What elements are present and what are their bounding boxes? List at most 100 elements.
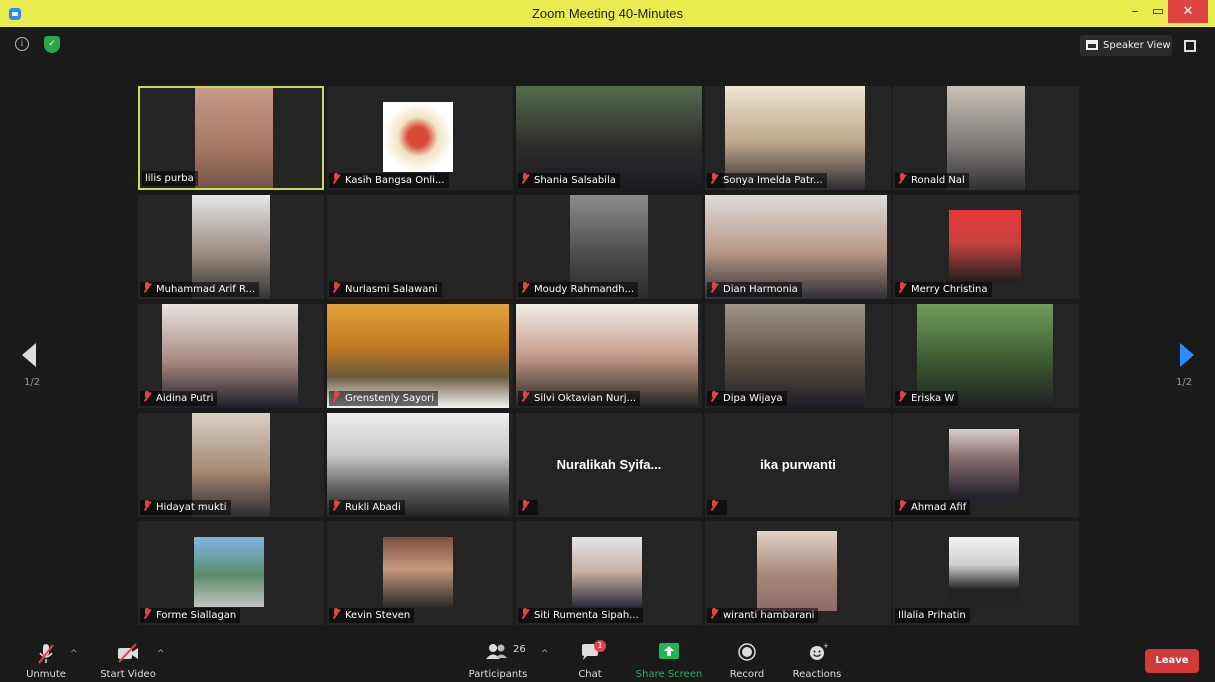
participant-name: Moudy Rahmandh...	[534, 284, 635, 295]
chat-label: Chat	[578, 669, 602, 680]
participant-count: 26	[513, 644, 526, 655]
participant-tile[interactable]: Moudy Rahmandh...	[516, 195, 702, 299]
participant-display-name: ika purwanti	[760, 457, 836, 472]
meeting-topbar: i ✓ Speaker View	[0, 27, 1215, 67]
muted-mic-icon	[143, 282, 151, 293]
video-options-caret-icon[interactable]: ^	[157, 649, 165, 659]
participant-name-bar: Dian Harmonia	[707, 282, 802, 297]
participant-tile[interactable]: Sonya Imelda Patr...	[705, 86, 891, 190]
record-icon	[738, 643, 756, 661]
participant-tile[interactable]: Nuralikah Syifa...	[516, 413, 702, 517]
participant-tile[interactable]: Dipa Wijaya	[705, 304, 891, 408]
participant-tile[interactable]: Grenstenly Sayori	[327, 304, 513, 408]
participant-tile[interactable]: Shania Salsabila	[516, 86, 702, 190]
participant-name-bar: Grenstenly Sayori	[329, 391, 439, 406]
participant-tile[interactable]: Ahmad Afif	[893, 413, 1079, 517]
info-icon[interactable]: i	[15, 37, 29, 51]
participant-tile[interactable]: Dian Harmonia	[705, 195, 891, 299]
start-video-button[interactable]: Start Video	[98, 637, 158, 682]
speaker-view-button[interactable]: Speaker View	[1080, 35, 1172, 56]
audio-options-caret-icon[interactable]: ^	[70, 649, 78, 659]
participant-tile[interactable]: Hidayat mukti	[138, 413, 324, 517]
participant-name-bar: Ahmad Afif	[895, 500, 971, 515]
participant-name-bar: Dipa Wijaya	[707, 391, 787, 406]
muted-mic-icon	[38, 644, 54, 664]
participant-tile[interactable]: Siti Rumenta Sipah...	[516, 521, 702, 625]
participant-tile[interactable]: wiranti hambarani	[705, 521, 891, 625]
chat-unread-badge: 1	[594, 640, 606, 652]
participant-tile[interactable]: Kasih Bangsa Onli...	[327, 86, 513, 190]
participant-name: Ahmad Afif	[911, 502, 967, 513]
muted-mic-icon	[521, 391, 529, 402]
share-screen-icon	[659, 643, 679, 659]
participant-name-bar: Ronald Nal	[895, 173, 969, 188]
muted-mic-icon	[143, 500, 151, 511]
participant-tile[interactable]: Forme Siallagan	[138, 521, 324, 625]
muted-mic-icon	[710, 391, 718, 402]
participant-name: Dipa Wijaya	[723, 393, 783, 404]
participant-tile[interactable]: ika purwanti	[705, 413, 891, 517]
unmute-label: Unmute	[26, 669, 66, 680]
participants-caret-icon[interactable]: ^	[541, 649, 549, 659]
participant-tile[interactable]: Nurlasmi Salawani	[327, 195, 513, 299]
participant-tile[interactable]: Merry Christina	[893, 195, 1079, 299]
participant-name: Silvi Oktavian Nurj...	[534, 393, 637, 404]
previous-page-arrow-icon[interactable]	[22, 343, 36, 367]
participant-name: wiranti hambarani	[723, 610, 815, 621]
participant-name: Aidina Putri	[156, 393, 214, 404]
chat-button[interactable]: 1 Chat	[570, 637, 610, 682]
participant-name: Kasih Bangsa Onli...	[345, 175, 445, 186]
participant-name: Forme Siallagan	[156, 610, 237, 621]
participant-name-bar: Kasih Bangsa Onli...	[329, 173, 449, 188]
muted-mic-icon	[710, 500, 718, 511]
muted-mic-icon	[710, 173, 718, 184]
participants-label: Participants	[468, 669, 528, 680]
video-off-icon	[118, 643, 138, 663]
security-shield-icon[interactable]: ✓	[44, 36, 60, 53]
page-indicator-right: 1/2	[1176, 377, 1193, 388]
participant-video	[572, 537, 642, 607]
participant-video	[383, 537, 453, 607]
participant-tile[interactable]: Eriska W	[893, 304, 1079, 408]
participant-name: Rukli Abadi	[345, 502, 401, 513]
participant-tile[interactable]: Kevin Steven	[327, 521, 513, 625]
participant-tile[interactable]: Aidina Putri	[138, 304, 324, 408]
participant-name-bar: Hidayat mukti	[140, 500, 231, 515]
share-screen-label: Share Screen	[635, 669, 703, 680]
participant-name: Muhammad Arif R...	[156, 284, 256, 295]
participant-name-bar: Moudy Rahmandh...	[518, 282, 639, 297]
muted-mic-icon	[521, 500, 529, 511]
next-page-arrow-icon[interactable]	[1180, 343, 1194, 367]
participant-name-bar: Aidina Putri	[140, 391, 218, 406]
fullscreen-icon[interactable]	[1184, 40, 1196, 52]
reactions-button[interactable]: + Reactions	[790, 637, 844, 682]
participant-tile[interactable]: Illalia Prihatin	[893, 521, 1079, 625]
participant-tile[interactable]: Rukli Abadi	[327, 413, 513, 517]
muted-mic-icon	[332, 500, 340, 511]
participant-video	[195, 88, 273, 188]
participant-tile[interactable]: Ronald Nal	[893, 86, 1079, 190]
unmute-button[interactable]: Unmute	[20, 637, 72, 682]
participants-button[interactable]: 26 Participants	[468, 637, 528, 682]
share-screen-button[interactable]: Share Screen	[634, 637, 704, 682]
muted-mic-icon	[143, 608, 151, 619]
participant-name-bar	[518, 500, 538, 515]
muted-mic-icon	[143, 391, 151, 402]
muted-mic-icon	[710, 282, 718, 293]
participant-tile[interactable]: Muhammad Arif R...	[138, 195, 324, 299]
participant-name: Illalia Prihatin	[898, 610, 966, 621]
participant-name-bar: lilis purba	[142, 171, 198, 186]
participant-video	[949, 429, 1019, 499]
record-button[interactable]: Record	[725, 637, 769, 682]
participant-name-bar: Forme Siallagan	[140, 608, 241, 623]
participant-tile[interactable]: Silvi Oktavian Nurj...	[516, 304, 702, 408]
close-button[interactable]: ✕	[1168, 0, 1208, 23]
leave-meeting-button[interactable]: Leave	[1145, 649, 1199, 673]
participant-name: Dian Harmonia	[723, 284, 798, 295]
participant-name: Shania Salsabila	[534, 175, 616, 186]
participant-name-bar: Rukli Abadi	[329, 500, 405, 515]
muted-mic-icon	[332, 173, 340, 184]
participant-name-bar	[707, 500, 727, 515]
participant-tile[interactable]: lilis purba	[138, 86, 324, 190]
participant-name: Grenstenly Sayori	[345, 393, 435, 404]
